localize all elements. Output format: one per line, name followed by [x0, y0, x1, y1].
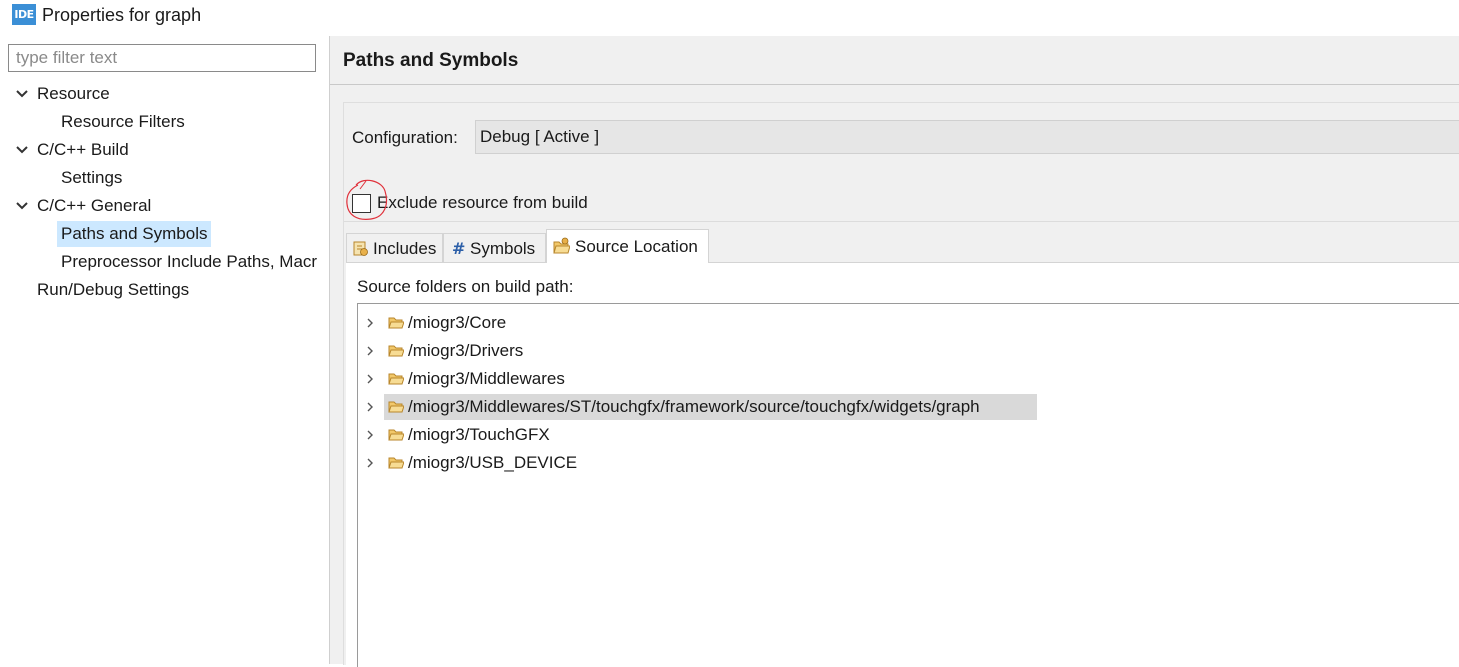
- tab-label: Includes: [373, 239, 437, 258]
- source-folders-label: Source folders on build path:: [357, 277, 574, 296]
- folder-path: /miogr3/TouchGFX: [408, 425, 550, 444]
- hash-icon: #: [452, 239, 466, 258]
- configuration-label: Configuration:: [352, 128, 458, 147]
- folder-path: /miogr3/Core: [408, 313, 507, 332]
- sidebar: Resource Resource Filters C/C++ Build Se…: [0, 36, 330, 664]
- folder-icon: [388, 429, 404, 441]
- ide-app-icon: IDE: [12, 4, 36, 25]
- tree-item-label: Run/Debug Settings: [37, 280, 190, 299]
- filter-input[interactable]: [8, 44, 316, 72]
- tree-item-label: Preprocessor Include Paths, Macr: [61, 252, 318, 271]
- folder-icon: [388, 373, 404, 385]
- configuration-select[interactable]: Debug [ Active ]: [475, 120, 1459, 154]
- folder-row[interactable]: /miogr3/Middlewares/ST/touchgfx/framewor…: [358, 393, 1458, 421]
- content-frame: Configuration: Debug [ Active ] Exclude …: [343, 102, 1459, 667]
- tree-item-paths-and-symbols[interactable]: Paths and Symbols: [14, 221, 314, 247]
- exclude-resource-checkbox[interactable]: [352, 194, 371, 213]
- folder-path: /miogr3/Middlewares: [408, 369, 565, 388]
- page-title: Paths and Symbols: [343, 50, 519, 71]
- chevron-right-icon[interactable]: [365, 374, 375, 384]
- chevron-right-icon[interactable]: [365, 458, 375, 468]
- folder-path: /miogr3/Drivers: [408, 341, 524, 360]
- tree-item-label: Resource: [37, 84, 110, 103]
- exclude-resource-row[interactable]: Exclude resource from build: [346, 179, 752, 220]
- source-folder-tree[interactable]: /miogr3/Core/miogr3/Drivers/miogr3/Middl…: [357, 303, 1459, 667]
- source-location-panel: Source folders on build path: /miogr3/Co…: [346, 262, 1459, 667]
- tree-item-cpp-build[interactable]: C/C++ Build: [14, 137, 314, 163]
- folder-path: /miogr3/USB_DEVICE: [408, 453, 578, 472]
- tree-item-label: C/C++ Build: [37, 140, 129, 159]
- tree-item-settings[interactable]: Settings: [14, 165, 314, 191]
- folder-icon: [388, 457, 404, 469]
- folder-row[interactable]: /miogr3/USB_DEVICE: [358, 449, 1458, 477]
- tab-label: Symbols: [470, 239, 536, 258]
- exclude-resource-label: Exclude resource from build: [377, 193, 588, 212]
- tree-item-resource[interactable]: Resource: [14, 81, 314, 107]
- folder-icon: [388, 317, 404, 329]
- folder-icon: [388, 401, 404, 413]
- folder-row[interactable]: /miogr3/TouchGFX: [358, 421, 1458, 449]
- folder-icon: [388, 345, 404, 357]
- folder-row[interactable]: /miogr3/Middlewares: [358, 365, 1458, 393]
- tree-item-label: Paths and Symbols: [57, 221, 212, 247]
- folder-row[interactable]: /miogr3/Core: [358, 309, 1458, 337]
- window-title: Properties for graph: [42, 5, 202, 25]
- tab-source-location[interactable]: Source Location: [546, 229, 709, 263]
- tree-item-label: Resource Filters: [61, 112, 185, 131]
- tree-item-label: C/C++ General: [37, 196, 152, 215]
- tab-label: Source Location: [575, 237, 698, 256]
- chevron-down-icon[interactable]: [14, 81, 30, 107]
- page-header: Paths and Symbols: [330, 36, 1459, 85]
- tab-symbols[interactable]: # Symbols: [443, 233, 546, 262]
- folder-path: /miogr3/Middlewares/ST/touchgfx/framewor…: [408, 397, 980, 416]
- includes-icon: [353, 241, 368, 256]
- tree-item-cpp-general[interactable]: C/C++ General: [14, 193, 314, 219]
- title-bar: IDE Properties for graph: [0, 0, 1459, 34]
- chevron-right-icon[interactable]: [365, 346, 375, 356]
- chevron-down-icon[interactable]: [14, 193, 30, 219]
- chevron-down-icon[interactable]: [14, 137, 30, 163]
- tree-item-run-debug-settings[interactable]: Run/Debug Settings: [14, 277, 314, 303]
- source-folder-icon: [553, 237, 570, 254]
- folder-row[interactable]: /miogr3/Drivers: [358, 337, 1458, 365]
- divider: [344, 221, 1459, 222]
- chevron-right-icon[interactable]: [365, 430, 375, 440]
- tab-includes[interactable]: Includes: [346, 233, 443, 262]
- property-page: Paths and Symbols Configuration: Debug […: [330, 36, 1459, 667]
- tree-item-preprocessor[interactable]: Preprocessor Include Paths, Macr: [14, 249, 318, 275]
- chevron-right-icon[interactable]: [365, 402, 375, 412]
- tree-item-resource-filters[interactable]: Resource Filters: [14, 109, 314, 135]
- tab-bar: Includes # Symbols Source Location: [346, 229, 1458, 263]
- tree-item-label: Settings: [61, 168, 123, 187]
- chevron-right-icon[interactable]: [365, 318, 375, 328]
